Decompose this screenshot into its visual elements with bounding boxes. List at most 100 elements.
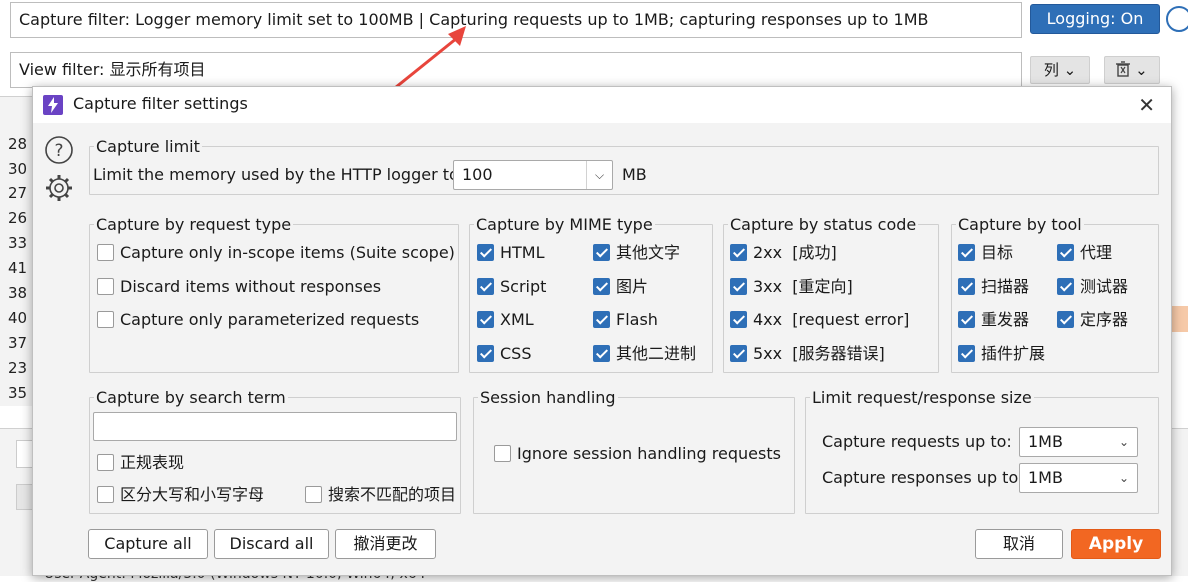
checkbox-icon[interactable] — [1057, 277, 1074, 295]
tool-intruder-checkbox[interactable]: 测试器 — [1057, 277, 1128, 297]
discard-no-response-checkbox[interactable]: Discard items without responses — [97, 277, 381, 297]
status-desc-label: [request error] — [792, 310, 910, 329]
checkbox-icon[interactable] — [97, 277, 114, 295]
checkbox-icon[interactable] — [494, 444, 511, 462]
status-5xx-checkbox[interactable]: 5xx [服务器错误] — [730, 344, 885, 364]
dialog-titlebar[interactable]: Capture filter settings ✕ — [33, 87, 1171, 123]
mime-css-checkbox[interactable]: CSS — [477, 344, 531, 364]
checkbox-icon[interactable] — [477, 310, 494, 328]
view-filter-value: 显示所有项目 — [109, 60, 206, 79]
checkbox-icon[interactable] — [1057, 310, 1074, 328]
checkbox-icon[interactable] — [593, 310, 610, 328]
checkbox-icon[interactable] — [958, 344, 975, 362]
gear-icon[interactable] — [44, 173, 74, 203]
cancel-button[interactable]: 取消 — [975, 529, 1063, 559]
requests-size-select[interactable]: 1MB ⌄ — [1019, 427, 1138, 457]
checkbox-icon[interactable] — [477, 277, 494, 295]
mime-other-text-checkbox[interactable]: 其他文字 — [593, 243, 680, 263]
discard-all-button[interactable]: Discard all — [214, 529, 329, 559]
capture-filter-settings-dialog: Capture filter settings ✕ ? Capture limi… — [32, 86, 1172, 576]
status-4xx-checkbox[interactable]: 4xx [request error] — [730, 310, 909, 330]
session-handling-legend: Session handling — [480, 388, 616, 407]
help-icon[interactable]: ? — [44, 135, 74, 165]
search-term-legend: Capture by search term — [96, 388, 286, 407]
columns-dropdown-button[interactable]: 列 ⌄ — [1030, 56, 1090, 84]
tool-target-checkbox[interactable]: 目标 — [958, 243, 1013, 263]
undo-changes-button[interactable]: 撤消更改 — [335, 529, 436, 559]
checkbox-icon[interactable] — [97, 453, 114, 471]
checkbox-icon[interactable] — [730, 243, 747, 261]
memory-limit-label: Limit the memory used by the HTTP logger… — [93, 165, 465, 184]
memory-limit-combo[interactable]: 100 ⌵ — [453, 160, 613, 190]
negative-search-checkbox[interactable]: 搜索不匹配的项目 — [305, 485, 456, 505]
checkbox-label: 代理 — [1080, 243, 1113, 262]
checkbox-label: 其他二进制 — [616, 344, 697, 363]
checkbox-icon[interactable] — [97, 485, 114, 503]
chevron-down-icon: ⌄ — [1135, 61, 1148, 79]
logging-toggle-button[interactable]: Logging: On — [1030, 4, 1160, 34]
row-number: 37 — [8, 334, 28, 352]
checkbox-icon[interactable] — [1057, 243, 1074, 261]
checkbox-icon[interactable] — [593, 243, 610, 261]
responses-size-select[interactable]: 1MB ⌄ — [1019, 463, 1138, 493]
checkbox-label: Ignore session handling requests — [517, 444, 781, 463]
tool-extensions-checkbox[interactable]: 插件扩展 — [958, 344, 1045, 364]
case-sensitive-checkbox[interactable]: 区分大写和小写字母 — [97, 485, 264, 505]
responses-size-label: Capture responses up to: — [822, 468, 1024, 487]
checkbox-icon[interactable] — [305, 485, 322, 503]
search-term-input[interactable] — [93, 412, 457, 441]
checkbox-label: Script — [500, 277, 547, 296]
tool-proxy-checkbox[interactable]: 代理 — [1057, 243, 1112, 263]
checkbox-icon[interactable] — [97, 243, 114, 261]
checkbox-icon[interactable] — [730, 310, 747, 328]
requests-size-value: 1MB — [1028, 432, 1063, 451]
close-icon[interactable]: ✕ — [1138, 93, 1155, 117]
status-3xx-checkbox[interactable]: 3xx [重定向] — [730, 277, 853, 297]
view-filter-bar[interactable]: View filter: 显示所有项目 — [10, 52, 1022, 88]
checkbox-icon[interactable] — [97, 310, 114, 328]
checkbox-icon[interactable] — [477, 344, 494, 362]
ignore-session-requests-checkbox[interactable]: Ignore session handling requests — [494, 444, 781, 464]
checkbox-label: 其他文字 — [616, 243, 681, 262]
checkbox-label: HTML — [500, 243, 545, 262]
checkbox-icon[interactable] — [593, 277, 610, 295]
apply-button[interactable]: Apply — [1071, 529, 1161, 559]
tool-repeater-checkbox[interactable]: 重发器 — [958, 310, 1029, 330]
checkbox-label: Capture only parameterized requests — [120, 310, 420, 329]
checkbox-icon[interactable] — [730, 344, 747, 362]
mime-html-checkbox[interactable]: HTML — [477, 243, 545, 263]
regex-checkbox[interactable]: 正规表现 — [97, 453, 184, 473]
row-number: 23 — [8, 359, 28, 377]
checkbox-icon[interactable] — [958, 277, 975, 295]
status-desc-label: [服务器错误] — [792, 344, 885, 363]
mime-script-checkbox[interactable]: Script — [477, 277, 546, 297]
mime-other-binary-checkbox[interactable]: 其他二进制 — [593, 344, 696, 364]
help-icon[interactable] — [1166, 6, 1188, 32]
checkbox-icon[interactable] — [477, 243, 494, 261]
checkbox-label: Discard items without responses — [120, 277, 382, 296]
status-2xx-checkbox[interactable]: 2xx [成功] — [730, 243, 837, 263]
checkbox-icon[interactable] — [958, 310, 975, 328]
checkbox-label: Flash — [616, 310, 658, 329]
in-scope-checkbox[interactable]: Capture only in-scope items (Suite scope… — [97, 243, 455, 263]
lightning-app-icon — [43, 95, 63, 115]
row-number: 40 — [8, 309, 28, 327]
capture-all-button[interactable]: Capture all — [88, 529, 208, 559]
clear-log-button[interactable]: ⌄ — [1104, 56, 1160, 84]
status-code-label: 3xx — [753, 277, 783, 296]
checkbox-label: 重发器 — [981, 310, 1030, 329]
mime-xml-checkbox[interactable]: XML — [477, 310, 534, 330]
checkbox-icon[interactable] — [958, 243, 975, 261]
chevron-down-icon[interactable]: ⌵ — [586, 161, 612, 189]
tool-sequencer-checkbox[interactable]: 定序器 — [1057, 310, 1128, 330]
checkbox-icon[interactable] — [730, 277, 747, 295]
mime-image-checkbox[interactable]: 图片 — [593, 277, 648, 297]
tool-scanner-checkbox[interactable]: 扫描器 — [958, 277, 1029, 297]
size-limit-legend: Limit request/response size — [812, 388, 1032, 407]
capture-filter-bar[interactable]: Capture filter: Logger memory limit set … — [10, 2, 1022, 38]
parameterized-only-checkbox[interactable]: Capture only parameterized requests — [97, 310, 419, 330]
mime-flash-checkbox[interactable]: Flash — [593, 310, 658, 330]
dialog-title: Capture filter settings — [73, 94, 248, 113]
checkbox-label: 插件扩展 — [981, 344, 1046, 363]
checkbox-icon[interactable] — [593, 344, 610, 362]
